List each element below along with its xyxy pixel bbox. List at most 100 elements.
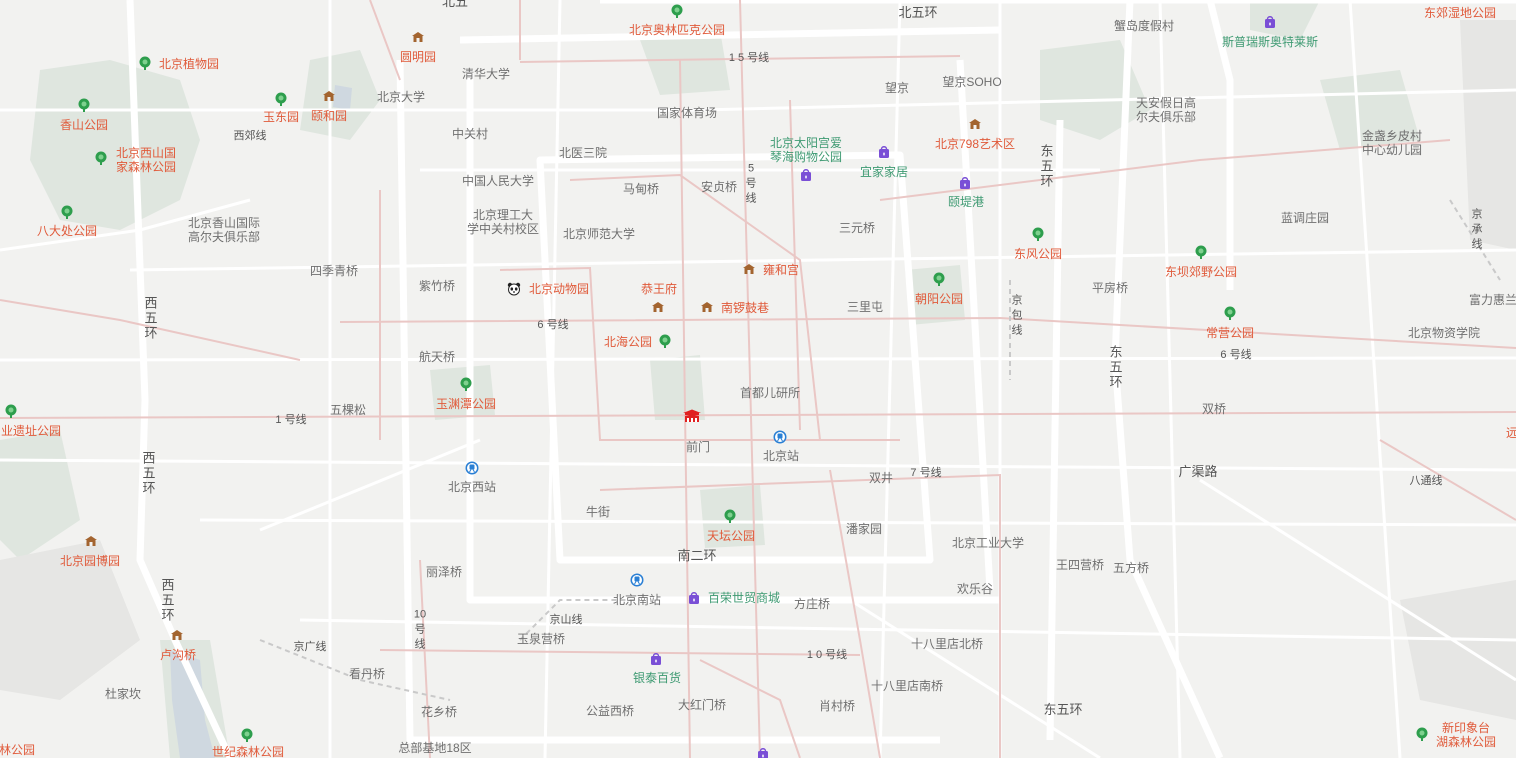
map-label[interactable]: 欢乐谷 <box>957 582 993 596</box>
map-label[interactable]: 玉泉营桥 <box>517 632 565 646</box>
map-label[interactable]: 潘家园 <box>846 522 882 536</box>
map-label[interactable]: 北京大学 <box>377 90 425 104</box>
shopping-bag-icon[interactable] <box>877 145 891 159</box>
map-label[interactable]: 斯普瑞斯奥特莱斯 <box>1222 35 1318 49</box>
map-label[interactable]: 北京奥林匹克公园 <box>629 23 725 37</box>
train-station-icon[interactable] <box>465 461 479 475</box>
map-label[interactable]: 北京工业大学 <box>952 536 1024 550</box>
map-label[interactable]: 朝阳公园 <box>915 292 963 306</box>
map-label[interactable]: 雍和宫 <box>763 263 799 277</box>
shopping-bag-icon[interactable] <box>687 591 701 605</box>
map-label[interactable]: 东五环 <box>1040 144 1054 189</box>
park-icon[interactable] <box>138 56 152 70</box>
map-label[interactable]: 北京植物园 <box>159 57 219 71</box>
map-label[interactable]: 北京798艺术区 <box>935 137 1015 151</box>
map-label[interactable]: 三里屯 <box>847 300 883 314</box>
map-label[interactable]: 十八里店北桥 <box>911 637 983 651</box>
map-label[interactable]: 双井 <box>869 471 893 485</box>
map-label[interactable]: 杜家坎 <box>105 687 141 701</box>
map-label[interactable]: 北海公园 <box>604 335 652 349</box>
map-label[interactable]: 6 号线 <box>537 318 568 332</box>
park-icon[interactable] <box>1031 227 1045 241</box>
map-label[interactable]: 京包线 <box>1010 294 1024 339</box>
shopping-bag-icon[interactable] <box>799 168 813 182</box>
map-label[interactable]: 远 <box>1506 426 1516 440</box>
map-label[interactable]: 北京园博园 <box>60 554 120 568</box>
map-label[interactable]: 大红门桥 <box>678 698 726 712</box>
park-icon[interactable] <box>1223 306 1237 320</box>
map-label[interactable]: 东五环 <box>1043 703 1082 717</box>
map-label[interactable]: 玉东园 <box>263 110 299 124</box>
map-label[interactable]: 卢沟桥 <box>160 648 196 662</box>
map-label[interactable]: 东郊湿地公园 <box>1424 6 1496 20</box>
map-label[interactable]: 北京物资学院 <box>1408 326 1480 340</box>
map-label[interactable]: 东风公园 <box>1014 247 1062 261</box>
map-label[interactable]: 颐堤港 <box>948 195 984 209</box>
map-label[interactable]: 香山公园 <box>60 118 108 132</box>
map-label[interactable]: 1 5 号线 <box>729 51 769 65</box>
map-label[interactable]: 望京 <box>885 81 909 95</box>
map-label[interactable]: 八通线 <box>1410 474 1443 488</box>
map-label[interactable]: 花乡桥 <box>421 705 457 719</box>
map-label[interactable]: 北医三院 <box>559 146 607 160</box>
heritage-icon[interactable] <box>700 300 714 314</box>
map-label[interactable]: 八大处公园 <box>37 224 97 238</box>
map-label[interactable]: 看丹桥 <box>349 667 385 681</box>
map-label[interactable]: 十八里店南桥 <box>871 679 943 693</box>
train-station-icon[interactable] <box>773 430 787 444</box>
shopping-bag-icon[interactable] <box>756 747 770 758</box>
train-station-icon[interactable] <box>630 573 644 587</box>
tiananmen-icon[interactable] <box>682 409 702 423</box>
map-label[interactable]: 首都儿研所 <box>740 386 800 400</box>
map-label[interactable]: 北五 <box>442 0 468 9</box>
map-label[interactable]: 天坛公园 <box>707 529 755 543</box>
map-label[interactable]: 北京西山国 家森林公园 <box>116 146 176 174</box>
map-label[interactable]: 北京香山国际 高尔夫俱乐部 <box>188 216 260 244</box>
map-label[interactable]: 紫竹桥 <box>419 279 455 293</box>
map-label[interactable]: 西郊线 <box>234 129 267 143</box>
map-label[interactable]: 常营公园 <box>1206 326 1254 340</box>
map-label[interactable]: 林公园 <box>0 743 35 757</box>
map-label[interactable]: 丽泽桥 <box>426 565 462 579</box>
map-label[interactable]: 百荣世贸商城 <box>708 591 780 605</box>
map-label[interactable]: 平房桥 <box>1092 281 1128 295</box>
map-label[interactable]: 颐和园 <box>311 109 347 123</box>
map-label[interactable]: 国家体育场 <box>657 106 717 120</box>
map-label[interactable]: 南二环 <box>677 549 716 563</box>
map-label[interactable]: 1 号线 <box>275 413 306 427</box>
park-icon[interactable] <box>94 151 108 165</box>
park-icon[interactable] <box>670 4 684 18</box>
map-label[interactable]: 京山线 <box>550 613 583 627</box>
map-label[interactable]: 五棵松 <box>330 403 366 417</box>
map-label[interactable]: 肖村桥 <box>819 699 855 713</box>
map-label[interactable]: 北京理工大 学中关村校区 <box>467 208 539 236</box>
park-icon[interactable] <box>4 404 18 418</box>
park-icon[interactable] <box>240 728 254 742</box>
park-icon[interactable] <box>658 334 672 348</box>
map-label[interactable]: 京广线 <box>294 640 327 654</box>
map-label[interactable]: 北京动物园 <box>529 282 589 296</box>
map-label[interactable]: 总部基地18区 <box>398 741 471 755</box>
park-icon[interactable] <box>723 509 737 523</box>
map-label[interactable]: 中国人民大学 <box>462 174 534 188</box>
map-label[interactable]: 西五环 <box>144 296 158 341</box>
map-label[interactable]: 北京西站 <box>448 480 496 494</box>
map-label[interactable]: 清华大学 <box>462 67 510 81</box>
map-label[interactable]: 四季青桥 <box>310 264 358 278</box>
map-label[interactable]: 蟹岛度假村 <box>1114 19 1174 33</box>
map-label[interactable]: 世纪森林公园 <box>212 745 284 758</box>
heritage-icon[interactable] <box>170 628 184 642</box>
heritage-icon[interactable] <box>322 89 336 103</box>
shopping-bag-icon[interactable] <box>649 652 663 666</box>
heritage-icon[interactable] <box>968 117 982 131</box>
map-label[interactable]: 双桥 <box>1202 402 1226 416</box>
map-label[interactable]: 马甸桥 <box>623 182 659 196</box>
map-label[interactable]: 银泰百货 <box>633 671 681 685</box>
map-label[interactable]: 宜家家居 <box>860 165 908 179</box>
map-label[interactable]: 北京南站 <box>613 593 661 607</box>
map-label[interactable]: 广渠路 <box>1178 465 1217 479</box>
map-label[interactable]: 6 号线 <box>1220 348 1251 362</box>
map-label[interactable]: 西五环 <box>161 578 175 623</box>
map-label[interactable]: 玉渊潭公园 <box>436 397 496 411</box>
map-label[interactable]: 1 0 号线 <box>807 648 847 662</box>
